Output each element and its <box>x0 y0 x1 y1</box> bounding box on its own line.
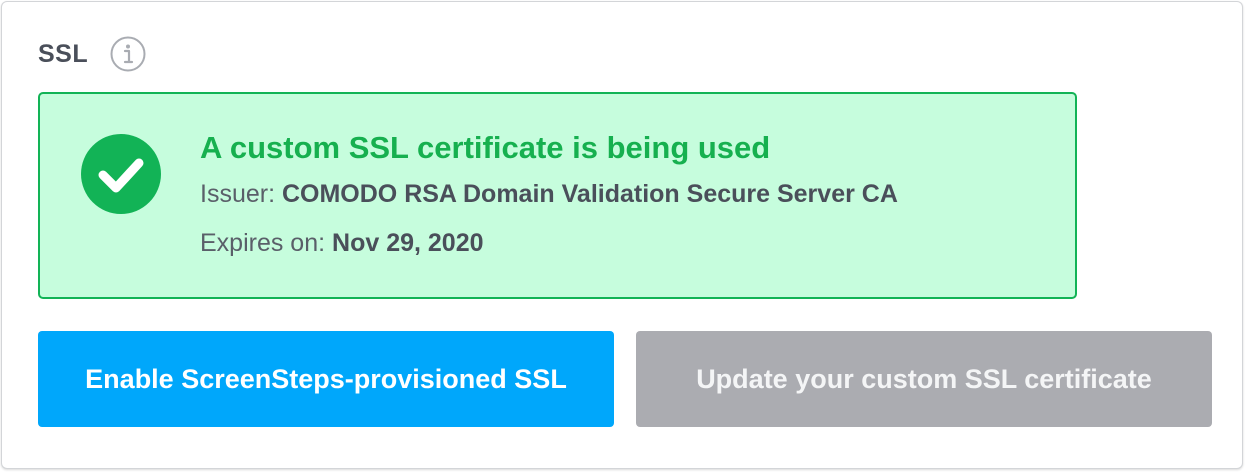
update-custom-ssl-button[interactable]: Update your custom SSL certificate <box>636 331 1212 427</box>
expires-value: Nov 29, 2020 <box>332 229 484 257</box>
ssl-status-title: A custom SSL certificate is being used <box>200 130 771 165</box>
ssl-status-panel: A custom SSL certificate is being used I… <box>38 92 1077 299</box>
expires-line: Expires on: Nov 29, 2020 <box>200 229 484 258</box>
section-title: SSL <box>38 39 89 68</box>
expires-label: Expires on: <box>200 229 326 257</box>
info-icon[interactable] <box>110 36 146 72</box>
check-circle-icon <box>81 134 161 214</box>
issuer-value: COMODO RSA Domain Validation Secure Serv… <box>281 180 898 208</box>
issuer-label: Issuer: <box>200 180 276 208</box>
ssl-section-header: SSL <box>38 34 146 74</box>
ssl-settings-card: SSL A custom SSL certificate is being us… <box>1 1 1243 469</box>
issuer-line: Issuer: COMODO RSA Domain Validation Sec… <box>200 180 898 209</box>
enable-provisioned-ssl-button[interactable]: Enable ScreenSteps-provisioned SSL <box>38 331 614 427</box>
